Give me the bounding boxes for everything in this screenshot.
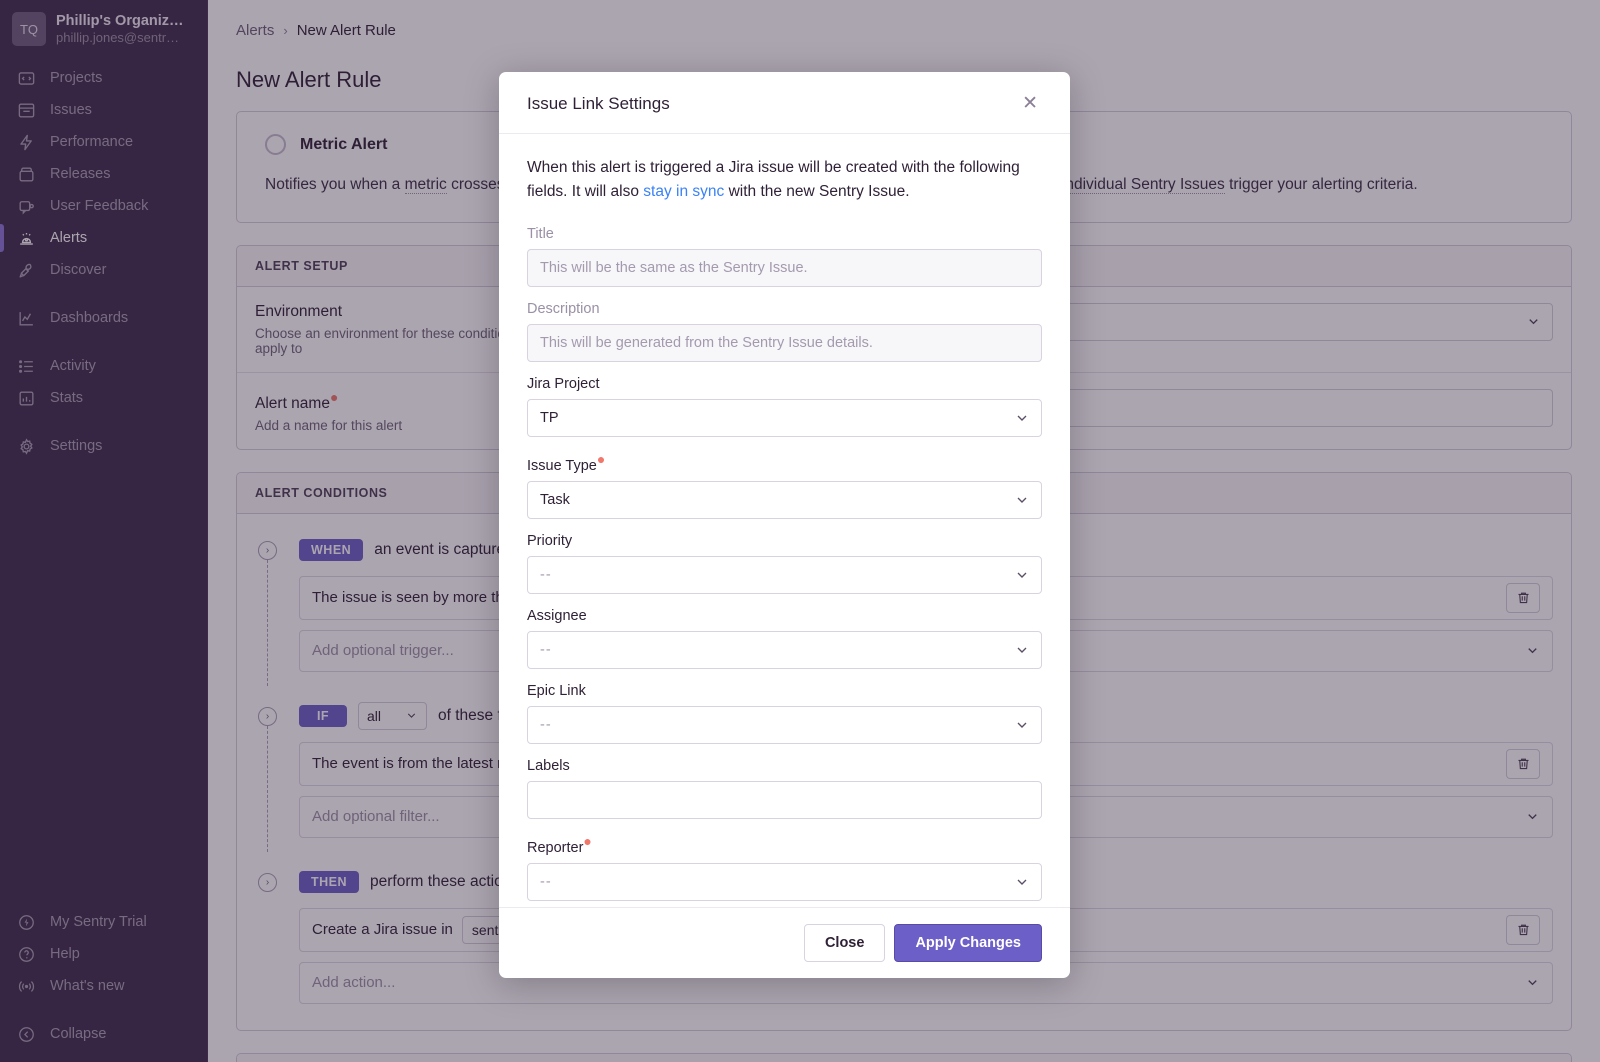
priority-value: --	[540, 567, 552, 583]
assignee-select[interactable]: --	[527, 631, 1042, 669]
modal-field-description: Description	[527, 301, 1042, 362]
issue-type-label-text: Issue Type	[527, 458, 597, 474]
modal-header: Issue Link Settings ✕	[499, 72, 1070, 134]
description-input	[527, 324, 1042, 362]
description-label: Description	[527, 301, 1042, 317]
reporter-select[interactable]: --	[527, 863, 1042, 901]
jira-project-label: Jira Project	[527, 376, 1042, 392]
labels-label: Labels	[527, 758, 1042, 774]
modal-field-issue-type: Issue Type● Task	[527, 451, 1042, 519]
chevron-down-icon	[1014, 567, 1030, 583]
chevron-down-icon	[1014, 642, 1030, 658]
chevron-down-icon	[1014, 492, 1030, 508]
chevron-down-icon	[1014, 410, 1030, 426]
title-input	[527, 249, 1042, 287]
title-label: Title	[527, 226, 1042, 242]
chevron-down-icon	[1014, 874, 1030, 890]
labels-input[interactable]	[527, 781, 1042, 819]
reporter-value: --	[540, 874, 552, 890]
intro-after: with the new Sentry Issue.	[724, 183, 909, 200]
close-icon[interactable]: ✕	[1018, 92, 1042, 115]
epic-link-select[interactable]: --	[527, 706, 1042, 744]
epic-link-label: Epic Link	[527, 683, 1042, 699]
modal-field-title: Title	[527, 226, 1042, 287]
epic-link-value: --	[540, 717, 552, 733]
modal-intro-text: When this alert is triggered a Jira issu…	[527, 156, 1042, 204]
jira-project-value: TP	[540, 410, 559, 426]
modal-field-labels: Labels	[527, 758, 1042, 819]
modal-field-reporter: Reporter● --	[527, 833, 1042, 901]
chevron-down-icon	[1014, 717, 1030, 733]
priority-select[interactable]: --	[527, 556, 1042, 594]
required-indicator: ●	[597, 451, 605, 467]
modal-field-assignee: Assignee --	[527, 608, 1042, 669]
issue-type-label: Issue Type●	[527, 451, 1042, 474]
issue-type-value: Task	[540, 492, 570, 508]
apply-changes-button[interactable]: Apply Changes	[894, 924, 1042, 962]
reporter-label: Reporter●	[527, 833, 1042, 856]
priority-label: Priority	[527, 533, 1042, 549]
modal-field-epic-link: Epic Link --	[527, 683, 1042, 744]
modal-body: When this alert is triggered a Jira issu…	[499, 134, 1070, 907]
issue-type-select[interactable]: Task	[527, 481, 1042, 519]
issue-link-settings-modal: Issue Link Settings ✕ When this alert is…	[499, 72, 1070, 978]
reporter-label-text: Reporter	[527, 840, 583, 856]
close-button[interactable]: Close	[804, 924, 886, 962]
required-indicator: ●	[583, 833, 591, 849]
stay-in-sync-link[interactable]: stay in sync	[643, 183, 724, 200]
assignee-label: Assignee	[527, 608, 1042, 624]
app-root: TQ Phillip's Organiz… phillip.jones@sent…	[0, 0, 1600, 1062]
modal-title: Issue Link Settings	[527, 94, 670, 114]
jira-project-select[interactable]: TP	[527, 399, 1042, 437]
modal-field-priority: Priority --	[527, 533, 1042, 594]
modal-footer: Close Apply Changes	[499, 907, 1070, 978]
modal-field-jira-project: Jira Project TP	[527, 376, 1042, 437]
assignee-value: --	[540, 642, 552, 658]
